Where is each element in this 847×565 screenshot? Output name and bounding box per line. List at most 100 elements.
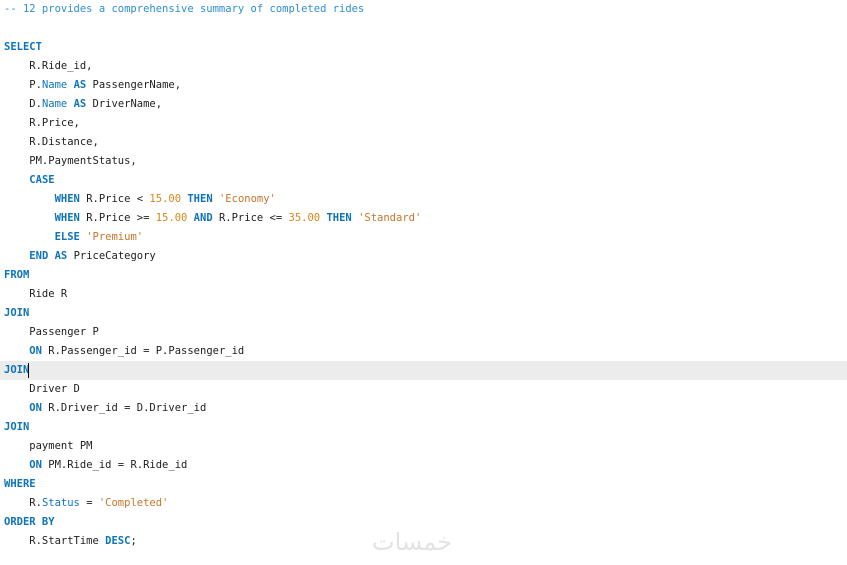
code-line[interactable]: CASE [0,171,847,190]
text-caret [28,363,29,378]
code-line[interactable]: PM.PaymentStatus, [0,152,847,171]
code-line[interactable]: payment PM [0,437,847,456]
code-token: PriceCategory [67,250,156,262]
code-token: THEN [187,193,213,205]
code-token: 35.00 [288,212,321,224]
code-line[interactable]: WHEN R.Price >= 15.00 AND R.Price <= 35.… [0,209,847,228]
code-token: ; [130,535,137,547]
code-line-text: ON R.Passenger_id = P.Passenger_id [4,342,244,361]
code-token: 'Premium' [86,231,144,243]
code-line-text: P.Name AS PassengerName, [4,76,181,95]
code-line[interactable]: ON R.Driver_id = D.Driver_id [0,399,847,418]
code-line-text: ORDER BY [4,513,55,532]
code-line[interactable]: Passenger P [0,323,847,342]
code-line[interactable]: JOIN [0,418,847,437]
code-line[interactable] [0,19,847,38]
code-line[interactable]: WHERE [0,475,847,494]
code-line-text: END AS PriceCategory [4,247,156,266]
code-line-text: JOIN [4,304,29,323]
code-line[interactable]: Ride R [0,285,847,304]
code-line-text: ON PM.Ride_id = R.Ride_id [4,456,187,475]
code-token: R.Price < [79,193,150,205]
code-line-text: FROM [4,266,29,285]
code-token: R.Price <= [212,212,289,224]
code-line[interactable]: R.Ride_id, [0,57,847,76]
code-line-text: CASE [4,171,55,190]
code-token: WHERE [4,478,36,490]
code-token: R.Price >= [79,212,156,224]
code-line[interactable]: R.Status = 'Completed' [0,494,847,513]
code-line[interactable]: ON R.Passenger_id = P.Passenger_id [0,342,847,361]
code-token: CASE [29,174,55,186]
code-line-text: D.Name AS DriverName, [4,95,162,114]
code-token: Status [41,497,80,509]
code-line[interactable]: P.Name AS PassengerName, [0,76,847,95]
code-token: R.Driver_id = D.Driver_id [41,402,207,414]
code-token: DriverName, [86,98,163,110]
code-line[interactable]: JOIN [0,304,847,323]
code-token: ON [29,459,42,471]
code-line[interactable]: WHEN R.Price < 15.00 THEN 'Economy' [0,190,847,209]
sql-code-editor[interactable]: -- 12 provides a comprehensive summary o… [0,0,847,565]
code-token: R.StartTime [4,535,106,547]
code-token: 'Standard' [358,212,422,224]
code-token: AND [193,212,213,224]
code-line[interactable]: R.Price, [0,114,847,133]
code-token: AS [54,250,68,262]
code-token: ELSE [54,231,80,243]
code-token: -- 12 provides a comprehensive summary o… [4,3,365,15]
code-line[interactable]: END AS PriceCategory [0,247,847,266]
code-line-text: R.Distance, [4,133,99,152]
watermark-logo: خمسات [372,528,453,556]
code-token: SELECT [4,41,42,53]
code-token: R.Passenger_id = P.Passenger_id [41,345,245,357]
code-line[interactable]: ON PM.Ride_id = R.Ride_id [0,456,847,475]
code-token: Passenger P [4,326,99,338]
code-line-text: PM.PaymentStatus, [4,152,136,171]
code-line-text: JOIN [4,418,29,437]
code-token: WHEN [54,193,80,205]
code-line-text: JOIN [4,361,29,380]
code-line-text: WHEN R.Price < 15.00 THEN 'Economy' [4,190,276,209]
code-token: D. [4,98,42,110]
code-line-text: WHEN R.Price >= 15.00 AND R.Price <= 35.… [4,209,422,228]
code-token: Driver D [4,383,80,395]
code-line-text: Ride R [4,285,67,304]
code-token: payment PM [4,440,93,452]
code-token: Name [41,98,68,110]
code-token: PassengerName, [86,79,182,91]
code-token: JOIN [4,364,30,376]
code-token: 'Economy' [218,193,276,205]
code-token: 'Completed' [98,497,169,509]
code-token: JOIN [4,307,30,319]
code-token: R.Ride_id, [4,60,93,72]
code-line[interactable]: R.Distance, [0,133,847,152]
code-line[interactable]: JOIN [0,361,847,380]
code-line[interactable]: FROM [0,266,847,285]
code-token: ON [29,402,42,414]
code-token: Name [41,79,68,91]
code-line-text: ELSE 'Premium' [4,228,144,247]
code-line[interactable]: SELECT [0,38,847,57]
code-line[interactable]: Driver D [0,380,847,399]
code-line-text: R.StartTime DESC; [4,532,137,551]
code-line-text: Driver D [4,380,80,399]
code-line-text: R.Ride_id, [4,57,93,76]
code-token: ON [29,345,42,357]
code-line[interactable]: D.Name AS DriverName, [0,95,847,114]
code-line-text: SELECT [4,38,42,57]
code-token: FROM [4,269,30,281]
code-line[interactable]: ELSE 'Premium' [0,228,847,247]
code-line[interactable]: -- 12 provides a comprehensive summary o… [0,0,847,19]
code-token: THEN [326,212,352,224]
code-token: Ride R [4,288,68,300]
code-token: R.Distance, [4,136,99,148]
code-token: DESC [105,535,131,547]
code-token: R. [4,497,42,509]
